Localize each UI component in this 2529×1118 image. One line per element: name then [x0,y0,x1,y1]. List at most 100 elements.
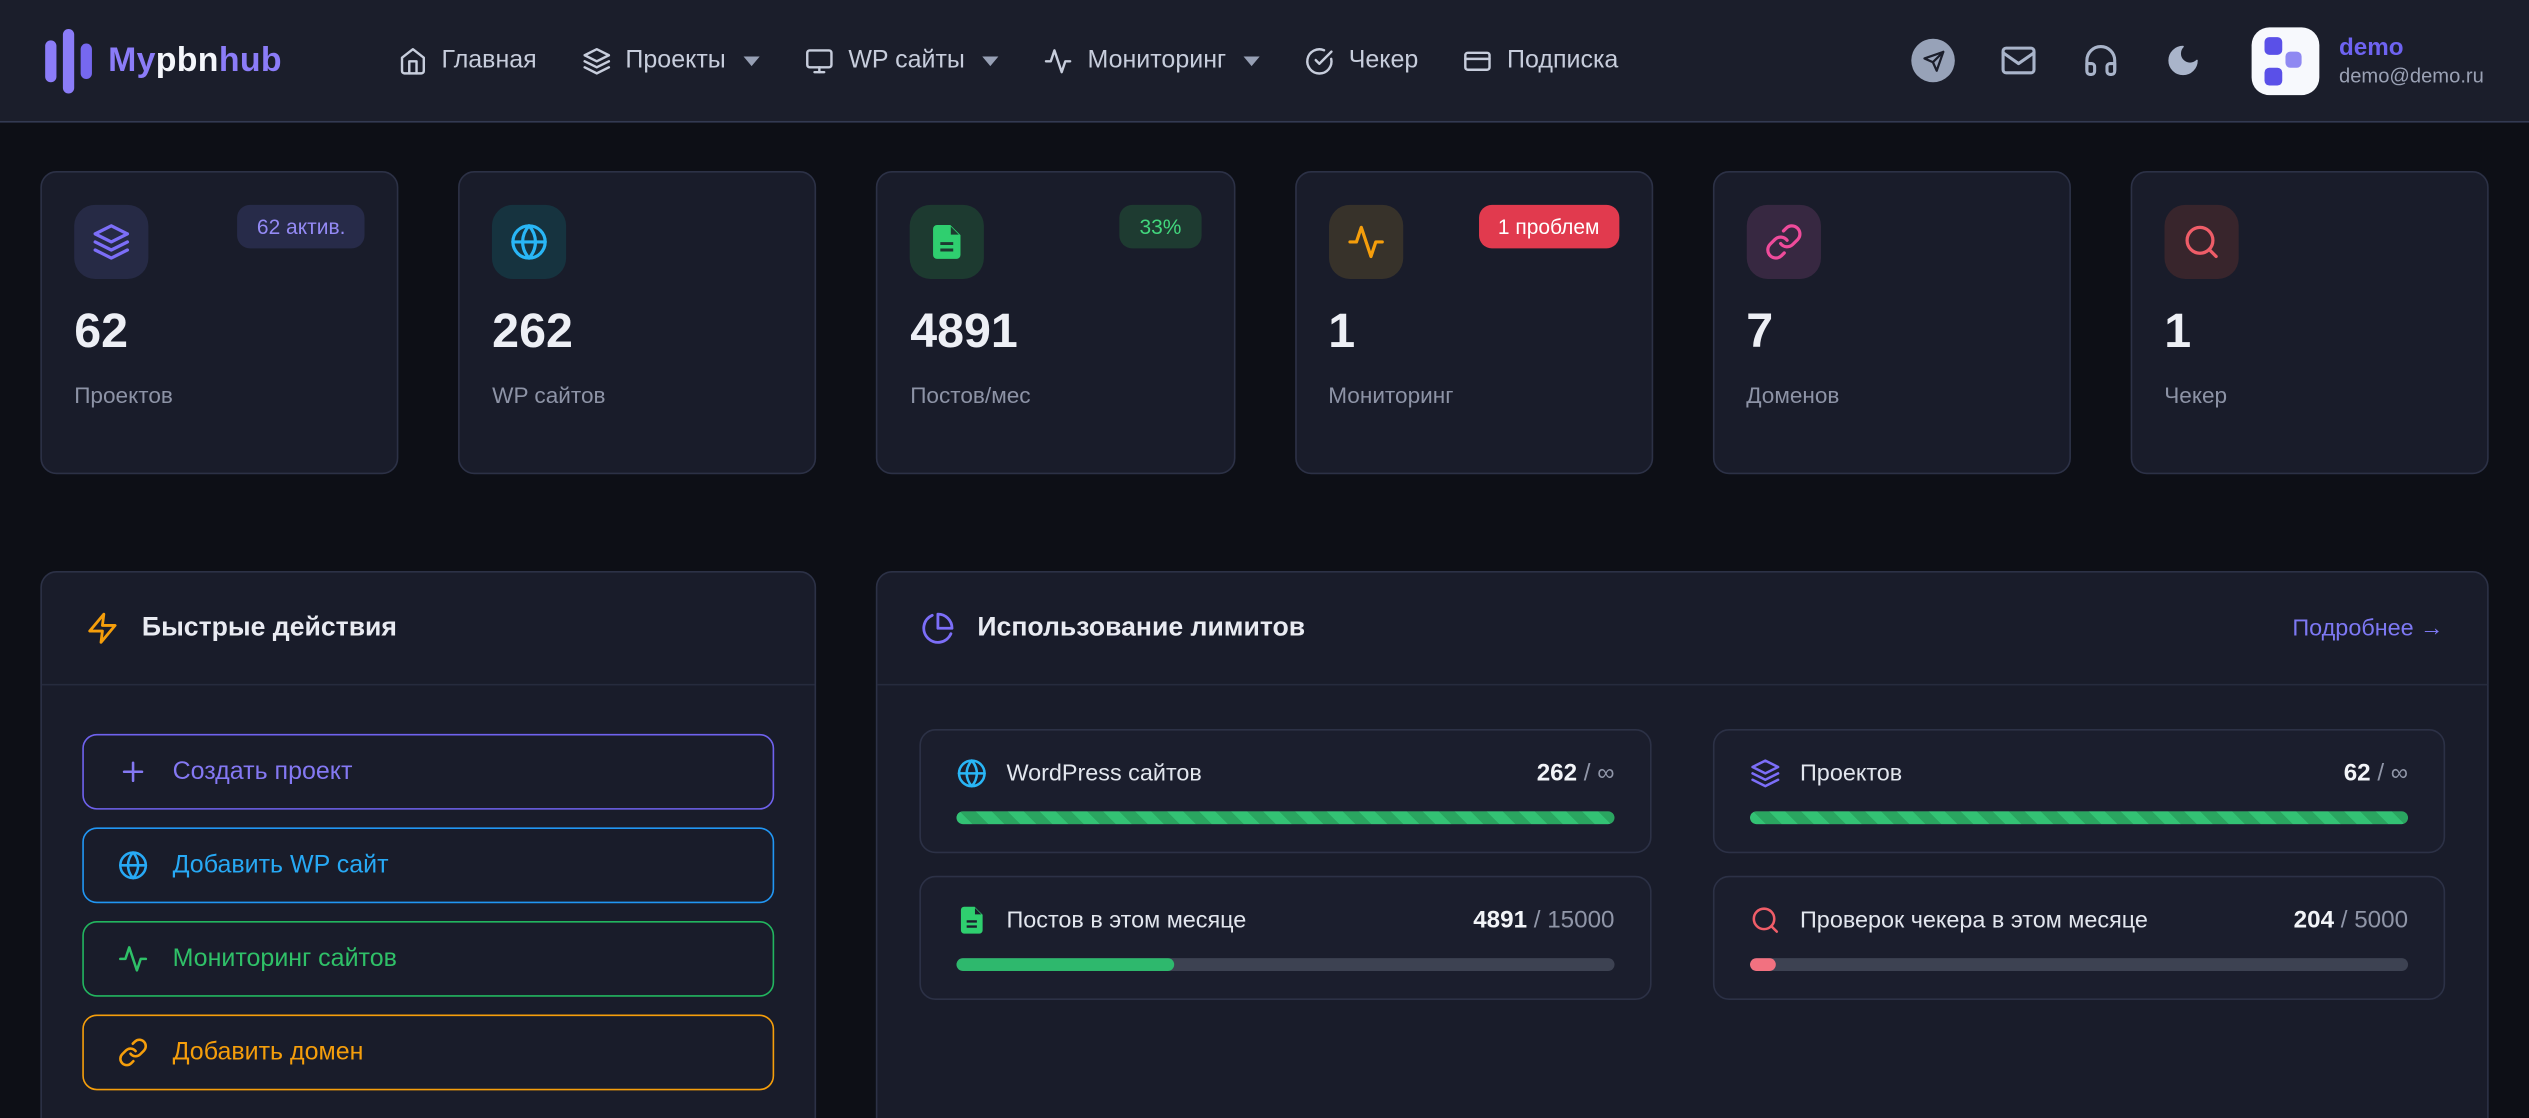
dashboard-page: Mypbnhub Главная Проекты WP сайты Монито… [0,0,2529,1118]
limit-label: Проверок чекера в этом месяце [1800,907,2148,933]
stat-card-wp-sites[interactable]: 262 WP сайтов [458,171,816,474]
activity-icon [1044,46,1073,75]
avatar [2252,27,2320,95]
alert-badge: 1 проблем [1479,205,1619,249]
layers-icon [582,46,611,75]
screen: Mypbnhub Главная Проекты WP сайты Монито… [0,0,2529,1118]
limit-card-projects: Проектов 62 / ∞ [1713,729,2445,853]
panels-row: Быстрые действия Создать проект Добавить… [40,571,2488,1118]
nav-item-checker[interactable]: Чекер [1289,30,1434,91]
stat-value: 7 [1746,305,2037,360]
stat-value: 262 [492,305,783,360]
stat-label: Постов/мес [910,382,1201,408]
chevron-down-icon [983,56,999,66]
limit-card-wordpress-sites: WordPress сайтов 262 / ∞ [919,729,1651,853]
nav-label: Чекер [1349,46,1419,75]
progress-bar [1750,958,2408,971]
limit-value: 4891 / 15000 [1473,906,1614,933]
limit-card-checker-month: Проверок чекера в этом месяце 204 / 5000 [1713,876,2445,1000]
header-actions: demo demo@demo.ru [1912,27,2484,95]
stat-card-domains[interactable]: 7 Доменов [1712,171,2070,474]
quick-actions-panel: Быстрые действия Создать проект Добавить… [40,571,816,1118]
chevron-down-icon [743,56,759,66]
button-label: Создать проект [173,757,353,786]
logo[interactable]: Mypbnhub [45,28,282,93]
add-domain-button[interactable]: Добавить домен [82,1015,774,1091]
headphones-icon[interactable] [2081,41,2120,80]
globe-icon [492,205,566,279]
activity-icon [1328,205,1402,279]
create-project-button[interactable]: Создать проект [82,734,774,810]
file-text-icon [956,905,987,936]
stat-value: 4891 [910,305,1201,360]
globe-icon [118,850,149,881]
stat-label: Доменов [1746,382,2037,408]
main-content: 62 актив. 62 Проектов 262 WP сайтов [0,123,2529,1118]
logo-text: Mypbnhub [108,41,282,80]
nav-item-monitoring[interactable]: Мониторинг [1028,30,1276,91]
limit-label: Постов в этом месяце [1006,907,1246,933]
plus-icon [118,756,149,787]
add-wp-site-button[interactable]: Добавить WP сайт [82,827,774,903]
activity-icon [118,944,149,975]
stats-row: 62 актив. 62 Проектов 262 WP сайтов [40,171,2488,474]
panel-title: Быстрые действия [142,613,397,644]
mail-icon[interactable] [1999,41,2038,80]
progress-fill [956,811,1614,824]
user-email: demo@demo.ru [2339,63,2484,89]
limit-label: Проектов [1800,760,1902,786]
lightning-icon [85,611,119,645]
pie-chart-icon [921,611,955,645]
nav-item-home[interactable]: Главная [382,30,553,91]
limit-card-posts-month: Постов в этом месяце 4891 / 15000 [919,876,1651,1000]
layers-icon [1750,758,1781,789]
user-name: demo [2339,32,2484,63]
bars-logo-icon [45,28,92,93]
stat-card-projects[interactable]: 62 актив. 62 Проектов [40,171,398,474]
nav-label: Мониторинг [1087,46,1226,75]
limits-panel: Использование лимитов Подробнее → WordPr… [876,571,2489,1118]
status-badge: 62 актив. [238,205,365,249]
home-icon [398,46,427,75]
nav-item-subscription[interactable]: Подписка [1447,30,1634,91]
stat-card-posts[interactable]: 33% 4891 Постов/мес [876,171,1234,474]
limit-value: 204 / 5000 [2294,906,2408,933]
stat-label: WP сайтов [492,382,783,408]
stat-value: 1 [2164,305,2455,360]
progress-bar [956,958,1614,971]
stat-label: Чекер [2164,382,2455,408]
progress-fill [1750,958,1776,971]
nav-label: Главная [442,46,537,75]
search-icon [2164,205,2238,279]
telegram-icon[interactable] [1912,39,1956,83]
main-nav: Главная Проекты WP сайты Мониторинг Чеке… [382,30,1635,91]
progress-fill [956,958,1173,971]
nav-item-wp-sites[interactable]: WP сайты [789,30,1015,91]
limit-label: WordPress сайтов [1006,760,1201,786]
monitoring-sites-button[interactable]: Мониторинг сайтов [82,921,774,997]
button-label: Добавить домен [173,1038,364,1067]
check-circle-icon [1305,46,1334,75]
user-menu[interactable]: demo demo@demo.ru [2252,27,2484,95]
credit-card-icon [1463,46,1492,75]
limit-value: 262 / ∞ [1537,760,1615,787]
progress-bar [1750,811,2408,824]
nav-label: WP сайты [848,46,965,75]
stat-card-checker[interactable]: 1 Чекер [2130,171,2488,474]
layers-icon [74,205,148,279]
stat-card-monitoring[interactable]: 1 проблем 1 Мониторинг [1294,171,1652,474]
progress-fill [1750,811,2408,824]
globe-icon [956,758,987,789]
nav-item-projects[interactable]: Проекты [566,30,776,91]
panel-title: Использование лимитов [977,613,1305,644]
nav-label: Проекты [625,46,725,75]
button-label: Мониторинг сайтов [173,944,397,973]
limit-value: 62 / ∞ [2344,760,2408,787]
stat-label: Мониторинг [1328,382,1619,408]
limits-more-link[interactable]: Подробнее → [2292,615,2443,641]
link-icon [118,1037,149,1068]
top-navbar: Mypbnhub Главная Проекты WP сайты Монито… [0,0,2529,123]
stat-value: 1 [1328,305,1619,360]
search-icon [1750,905,1781,936]
moon-icon[interactable] [2163,41,2202,80]
